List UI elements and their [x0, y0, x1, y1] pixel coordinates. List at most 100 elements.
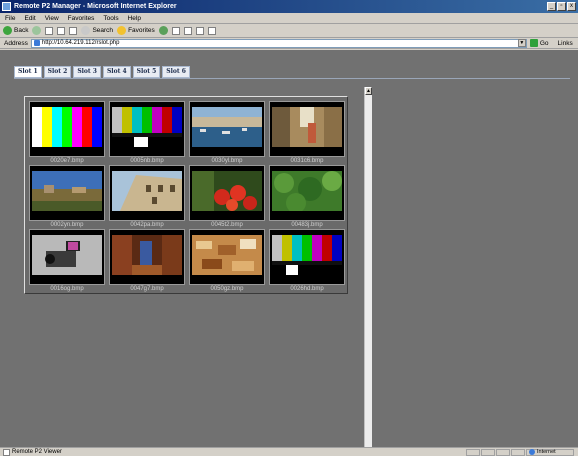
building-image [112, 171, 182, 211]
print-icon[interactable] [195, 26, 204, 35]
back-label: Back [14, 27, 29, 34]
thumbnail-item[interactable]: 0002yn.bmp [29, 165, 105, 229]
thumbnail-frame [269, 101, 345, 157]
thumbnail-item[interactable]: 0050gz.bmp [189, 229, 265, 293]
thumbnail-filename: 0020e7.bmp [50, 158, 84, 164]
menu-help[interactable]: Help [128, 15, 141, 22]
thumbnail-item[interactable]: 0031c6.bmp [269, 101, 345, 165]
status-cell [481, 448, 495, 456]
thumbnail-grid: 0020e7.bmp 0005nb.bmp 0030yl.bmp 0031c6.… [24, 96, 348, 294]
menu-file[interactable]: File [5, 15, 15, 22]
links-button[interactable]: Links [558, 40, 573, 47]
security-zone: Internet [526, 448, 574, 456]
globe-icon [529, 449, 535, 455]
menu-view[interactable]: View [45, 15, 59, 22]
street-night-image [112, 235, 182, 275]
address-dropdown-icon[interactable]: ▼ [517, 39, 526, 47]
go-label: Go [539, 39, 549, 47]
status-bar: Remote P2 Viewer Internet [0, 447, 578, 456]
food-image [192, 235, 262, 275]
thumbnail-filename: 0030yl.bmp [211, 158, 243, 164]
slot-tabs: Slot 1 Slot 2 Slot 3 Slot 4 Slot 5 Slot … [14, 66, 190, 78]
thumbnail-filename: 0047g7.bmp [130, 286, 164, 292]
thumbnail-frame [269, 229, 345, 285]
thumbnail-item[interactable]: 0016og.bmp [29, 229, 105, 293]
address-bar: Address http://10.64.219.112/rslot.php ▼… [0, 38, 578, 49]
vertical-scrollbar[interactable]: ▲ [364, 87, 372, 447]
page-content: Slot 1 Slot 2 Slot 3 Slot 4 Slot 5 Slot … [0, 50, 578, 447]
camera-image [32, 235, 102, 275]
page-icon [33, 40, 40, 46]
thumbnail-filename: 0045t2.bmp [211, 222, 243, 228]
thumbnail-filename: 0031c6.bmp [290, 158, 324, 164]
menu-favorites[interactable]: Favorites [68, 15, 95, 22]
forward-arrow-icon[interactable] [32, 26, 42, 35]
tab-slot-1[interactable]: Slot 1 [14, 66, 42, 78]
tab-divider [14, 78, 570, 79]
thumbnail-frame [29, 229, 105, 285]
address-input[interactable]: http://10.64.219.112/rslot.php ▼ [30, 38, 527, 48]
page-status-icon [3, 448, 10, 456]
thumbnail-item[interactable]: 0026hd.bmp [269, 229, 345, 293]
thumbnail-filename: 0016og.bmp [50, 286, 84, 292]
close-button[interactable]: x [567, 2, 576, 11]
menu-tools[interactable]: Tools [103, 15, 118, 22]
thumbnail-frame [109, 229, 185, 285]
title-bar: Remote P2 Manager - Microsoft Internet E… [0, 0, 578, 13]
alley-image [272, 107, 342, 147]
thumbnail-item[interactable]: 0047g7.bmp [109, 229, 185, 293]
harbor-image [192, 107, 262, 147]
refresh-icon[interactable] [57, 26, 66, 35]
color-bars-image [32, 107, 102, 147]
status-cell [466, 448, 480, 456]
thumbnail-frame [29, 101, 105, 157]
star-icon [117, 26, 127, 35]
favorites-button[interactable]: Favorites [117, 26, 155, 35]
thumbnail-frame [269, 165, 345, 221]
forest-image [272, 171, 342, 211]
thumbnail-frame [29, 165, 105, 221]
history-icon[interactable] [171, 26, 180, 35]
search-label: Search [92, 27, 114, 34]
tab-slot-3[interactable]: Slot 3 [73, 66, 101, 78]
status-cell [511, 448, 525, 456]
thumbnail-item[interactable]: 00483j.bmp [269, 165, 345, 229]
back-arrow-icon [3, 26, 12, 35]
thumbnail-item[interactable]: 0020e7.bmp [29, 101, 105, 165]
thumbnail-frame [189, 165, 265, 221]
back-button[interactable]: Back [3, 26, 28, 35]
color-bars-image [272, 235, 342, 275]
tab-slot-6[interactable]: Slot 6 [162, 66, 190, 78]
thumbnail-frame [189, 229, 265, 285]
thumbnail-filename: 0026hd.bmp [290, 286, 324, 292]
address-label: Address [4, 39, 28, 47]
home-icon[interactable] [69, 26, 78, 35]
favorites-label: Favorites [128, 27, 155, 34]
thumbnail-frame [109, 101, 185, 157]
tab-slot-4[interactable]: Slot 4 [102, 66, 131, 78]
zone-label: Internet [537, 449, 556, 455]
mail-icon[interactable] [183, 26, 192, 35]
minimize-button[interactable]: _ [547, 2, 556, 11]
go-button[interactable]: Go [529, 39, 549, 47]
maximize-button[interactable]: ▫ [557, 2, 566, 11]
thumbnail-filename: 00483j.bmp [291, 222, 323, 228]
tomatoes-image [192, 171, 262, 211]
tab-slot-2[interactable]: Slot 2 [43, 66, 72, 78]
scroll-up-icon[interactable]: ▲ [365, 87, 372, 95]
window-title: Remote P2 Manager - Microsoft Internet E… [14, 3, 177, 10]
thumbnail-frame [189, 101, 265, 157]
thumbnail-item[interactable]: 0005nb.bmp [109, 101, 185, 165]
edit-icon[interactable] [207, 26, 216, 35]
stop-icon[interactable] [45, 26, 54, 35]
tab-slot-5[interactable]: Slot 5 [132, 66, 161, 78]
thumbnail-item[interactable]: 0042pa.bmp [109, 165, 185, 229]
thumbnail-item[interactable]: 0030yl.bmp [189, 101, 265, 165]
menu-edit[interactable]: Edit [24, 15, 35, 22]
search-button[interactable]: Search [81, 26, 113, 35]
address-url: http://10.64.219.112/rslot.php [41, 40, 120, 46]
status-cell [496, 448, 510, 456]
thumbnail-item[interactable]: 0045t2.bmp [189, 165, 265, 229]
media-icon[interactable] [158, 26, 168, 35]
menu-bar: File Edit View Favorites Tools Help [0, 13, 578, 24]
